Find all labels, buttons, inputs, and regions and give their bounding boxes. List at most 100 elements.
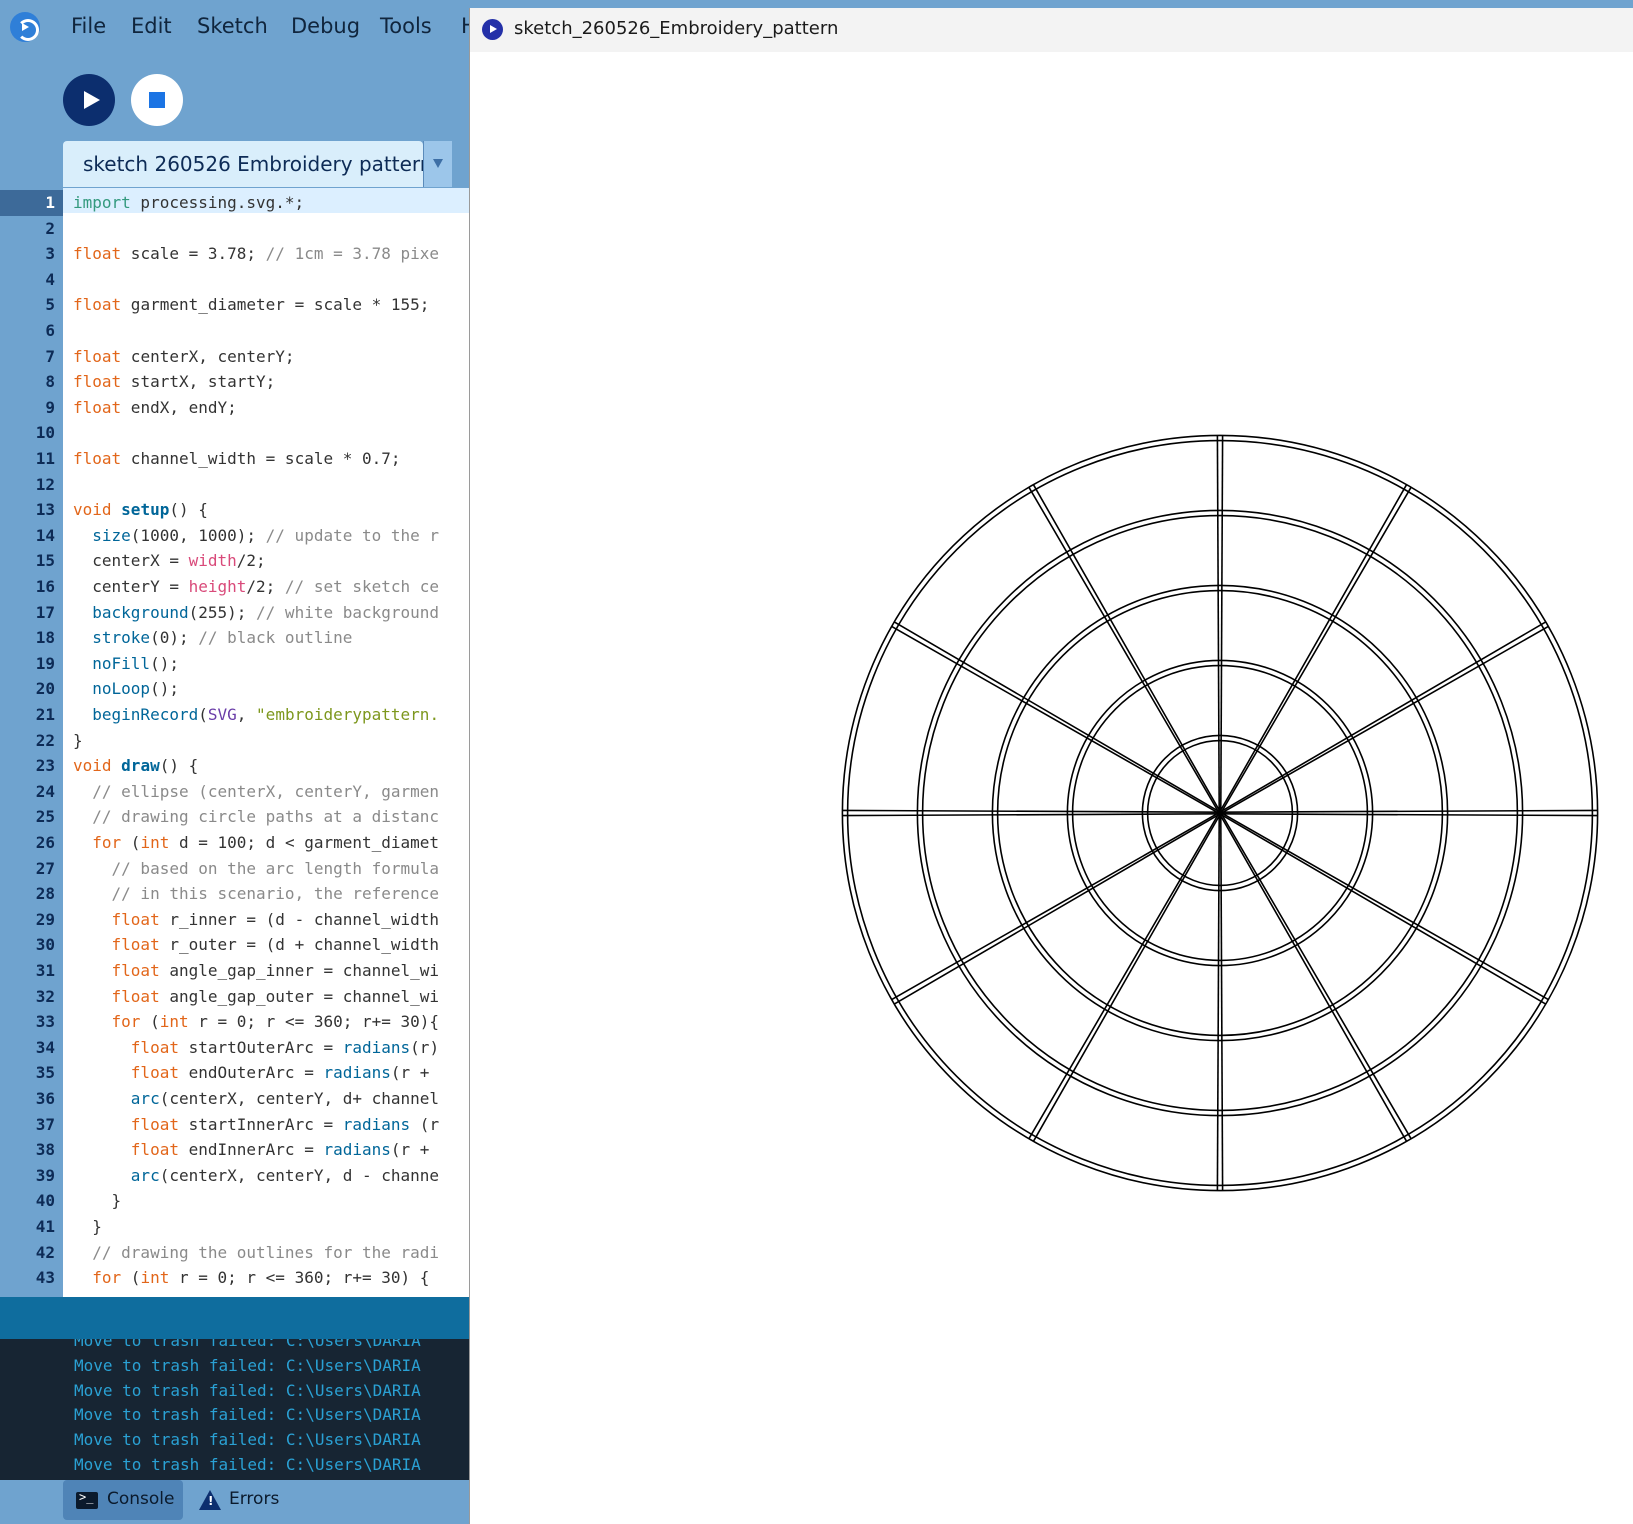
code-line[interactable]: void setup() { xyxy=(73,497,208,523)
code-line[interactable]: beginRecord(SVG, "embroiderypattern. xyxy=(73,702,439,728)
code-line[interactable]: arc(centerX, centerY, d - channe xyxy=(73,1163,439,1189)
code-line[interactable]: centerX = width/2; xyxy=(73,548,265,574)
line-number: 2 xyxy=(45,218,55,238)
code-line[interactable]: arc(centerX, centerY, d+ channel xyxy=(73,1086,439,1112)
code-line[interactable]: // drawing circle paths at a distanc xyxy=(73,804,439,830)
menu-file[interactable]: File xyxy=(71,14,106,38)
line-number: 23 xyxy=(35,756,55,776)
code-line[interactable]: noLoop(); xyxy=(73,676,179,702)
pattern-spoke-line xyxy=(1028,812,1221,1140)
code-line[interactable]: float r_inner = (d - channel_width xyxy=(73,907,440,933)
code-line[interactable]: background(255); // white background xyxy=(73,600,439,626)
code-line[interactable]: float endOuterArc = radians(r + xyxy=(73,1060,439,1086)
code-line[interactable]: float garment_diameter = scale * 155; xyxy=(73,292,429,318)
pattern-ring-inner xyxy=(996,589,1444,1037)
code-line[interactable]: float channel_width = scale * 0.7; xyxy=(73,446,401,472)
code-line[interactable]: float r_outer = (d + channel_width xyxy=(73,932,440,958)
menu-tools[interactable]: Tools xyxy=(380,14,432,38)
code-line[interactable]: float endX, endY; xyxy=(73,395,237,421)
line-number: 28 xyxy=(35,884,55,904)
line-number: 5 xyxy=(45,295,55,315)
menu-bar: File Edit Sketch Debug Tools H xyxy=(0,0,469,54)
line-number: 9 xyxy=(45,397,55,417)
stop-button[interactable] xyxy=(131,74,183,126)
line-number: 33 xyxy=(35,1012,55,1032)
pattern-spoke-line xyxy=(1028,486,1221,814)
run-button[interactable] xyxy=(63,74,115,126)
code-line[interactable]: // drawing the outlines for the radi xyxy=(73,1240,439,1266)
console-line: Move to trash failed: C:\Users\DARIA xyxy=(74,1381,421,1400)
code-line[interactable]: noFill(); xyxy=(73,651,179,677)
code-line[interactable]: float angle_gap_inner = channel_wi xyxy=(73,958,440,984)
code-editor[interactable]: 1 2 3 4 5 6 7 8 9 10 11 12 13 14 15 16 17 18 19 20 21 22 23 24 2… xyxy=(0,188,469,1297)
line-number: 7 xyxy=(45,346,55,366)
code-line[interactable]: float endInnerArc = radians(r + xyxy=(73,1137,439,1163)
line-number: 16 xyxy=(35,577,55,596)
pattern-ring-outer xyxy=(916,509,1524,1117)
code-line[interactable]: centerY = height/2; // set sketch ce xyxy=(73,574,439,600)
code-line[interactable]: float startOuterArc = radians(r) xyxy=(73,1035,439,1061)
menu-edit[interactable]: Edit xyxy=(131,14,172,38)
code-line[interactable]: for (int r = 0; r <= 360; r+= 30){ xyxy=(73,1009,440,1035)
code-line[interactable]: float startX, startY; xyxy=(73,369,275,395)
pattern-spoke-line xyxy=(1219,809,1598,814)
pattern-spoke-line xyxy=(1219,812,1224,1191)
line-number: 4 xyxy=(45,269,55,289)
chevron-down-icon xyxy=(433,159,443,168)
console-tab[interactable]: Console xyxy=(63,1480,183,1520)
processing-logo-icon[interactable] xyxy=(10,12,40,42)
code-line[interactable]: float centerX, centerY; xyxy=(73,344,295,370)
code-line[interactable]: // ellipse (centerX, centerY, garmen xyxy=(73,779,439,805)
line-number: 19 xyxy=(35,653,55,673)
pattern-ring-inner xyxy=(846,439,1594,1187)
code-line[interactable]: } xyxy=(73,728,83,754)
pattern-ring-outer xyxy=(1066,659,1374,967)
errors-tab[interactable]: Errors xyxy=(196,1480,296,1520)
code-line[interactable]: } xyxy=(73,1214,102,1240)
code-line[interactable]: float scale = 3.78; // 1cm = 3.78 pixe xyxy=(73,241,439,267)
code-line[interactable]: // based on the arc length formula xyxy=(73,856,440,882)
processing-play-icon xyxy=(482,19,503,40)
code-line[interactable]: for (int r = 0; r <= 360; r+= 30) { xyxy=(73,1265,429,1291)
tab-sketch[interactable]: sketch 260526 Embroidery pattern xyxy=(63,141,432,187)
line-number: 39 xyxy=(35,1165,55,1185)
sketch-window-title: sketch_260526_Embroidery_pattern xyxy=(514,18,839,39)
sketch-canvas xyxy=(841,434,1599,1192)
pattern-ring-outer xyxy=(841,434,1599,1192)
line-number: 30 xyxy=(35,935,55,955)
menu-debug[interactable]: Debug xyxy=(291,14,360,38)
terminal-icon xyxy=(76,1490,98,1509)
code-line[interactable]: stroke(0); // black outline xyxy=(73,625,352,651)
line-number: 41 xyxy=(35,1217,55,1236)
line-number: 38 xyxy=(35,1140,55,1160)
line-number: 12 xyxy=(35,474,55,494)
pattern-spoke-line xyxy=(1216,435,1221,814)
errors-tab-label: Errors xyxy=(229,1489,280,1509)
line-number: 13 xyxy=(35,500,55,520)
line-number: 29 xyxy=(35,909,55,929)
code-line[interactable]: import processing.svg.*; xyxy=(73,190,304,216)
line-number: 26 xyxy=(35,833,55,852)
line-number: 21 xyxy=(35,705,55,724)
line-number: 24 xyxy=(35,781,55,801)
pattern-spoke-line xyxy=(1216,812,1221,1191)
pattern-ring-inner xyxy=(921,514,1519,1112)
menu-help[interactable]: H xyxy=(461,14,469,38)
line-number: 11 xyxy=(35,449,55,468)
line-number: 25 xyxy=(35,807,55,827)
code-line[interactable]: for (int d = 100; d < garment_diamet xyxy=(73,830,439,856)
code-line[interactable]: float startInnerArc = radians (r xyxy=(73,1112,439,1138)
code-line[interactable]: size(1000, 1000); // update to the r xyxy=(73,523,439,549)
code-line[interactable]: void draw() { xyxy=(73,753,198,779)
console-tab-label: Console xyxy=(107,1489,175,1509)
sketch-titlebar[interactable]: sketch_260526_Embroidery_pattern xyxy=(470,8,1633,52)
code-line[interactable]: // in this scenario, the reference xyxy=(73,881,440,907)
code-line[interactable]: float angle_gap_outer = channel_wi xyxy=(73,984,440,1010)
code-line[interactable]: } xyxy=(73,1188,122,1214)
console-divider[interactable] xyxy=(0,1297,469,1339)
tab-menu-button[interactable] xyxy=(423,141,452,187)
line-number: 8 xyxy=(45,372,55,392)
menu-sketch[interactable]: Sketch xyxy=(197,14,268,38)
line-number: 27 xyxy=(35,858,55,878)
line-number: 34 xyxy=(35,1037,55,1057)
